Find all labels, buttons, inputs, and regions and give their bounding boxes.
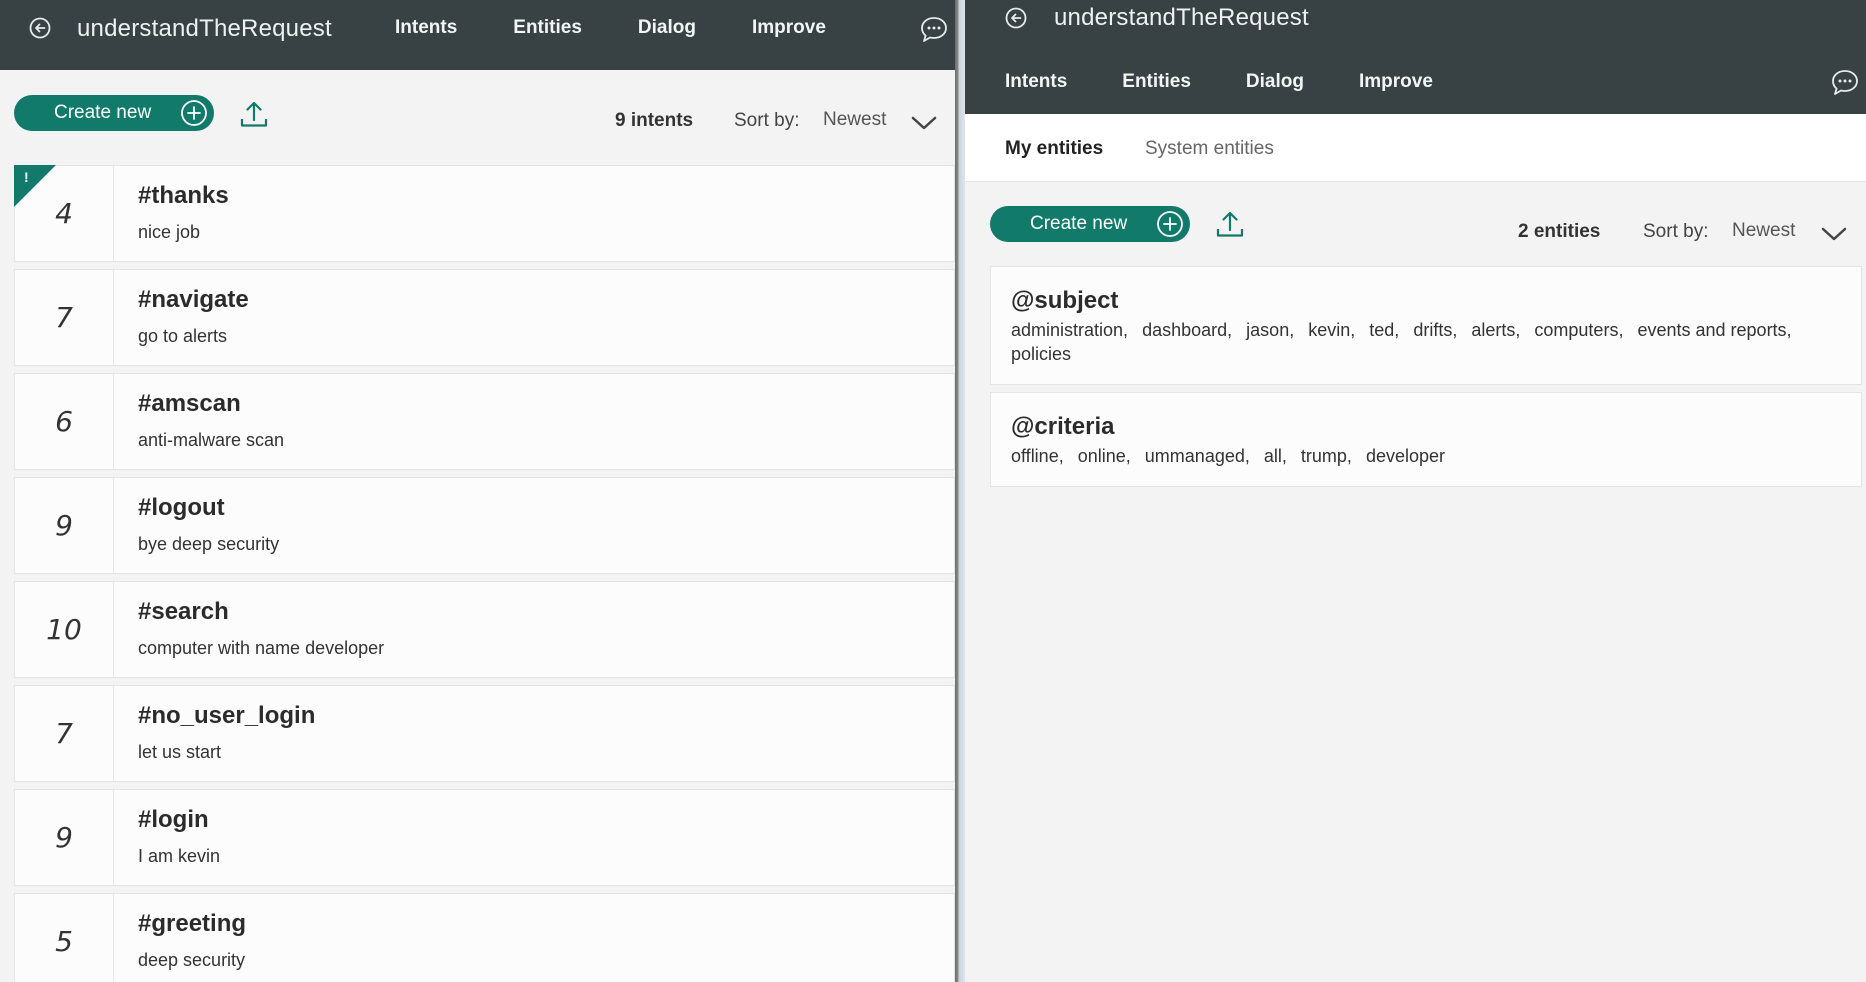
entity-value: alerts,	[1471, 320, 1521, 340]
nav-entities[interactable]: Entities	[513, 17, 582, 39]
intent-row[interactable]: 5 #greeting deep security	[14, 893, 955, 982]
entity-value: drifts,	[1413, 320, 1458, 340]
back-arrow-icon[interactable]	[29, 17, 51, 39]
entity-value: ted,	[1369, 320, 1400, 340]
back-arrow-icon[interactable]	[1005, 7, 1027, 29]
entities-toolbar: Create new 2 entities Sort by: Newest	[965, 200, 1866, 260]
plus-circle-icon	[180, 99, 208, 127]
chat-icon[interactable]	[1831, 68, 1865, 98]
entity-value: online,	[1077, 446, 1131, 466]
entity-count: 2 entities	[1518, 221, 1601, 242]
header-bar: understandTheRequest Intents Entities Di…	[0, 0, 955, 70]
intent-row[interactable]: 10 #search computer with name developer	[14, 581, 955, 678]
entity-value: policies	[1011, 344, 1072, 364]
header-bar: understandTheRequest Intents Entities Di…	[965, 0, 1866, 114]
chevron-down-icon[interactable]	[911, 115, 937, 131]
example-count: 7	[15, 270, 114, 365]
intent-example: deep security	[138, 950, 246, 970]
entity-list: @subject administration, dashboard, jaso…	[990, 266, 1862, 494]
intents-pane: understandTheRequest Intents Entities Di…	[0, 0, 955, 982]
entity-value: events and reports,	[1637, 320, 1792, 340]
plus-circle-icon	[1156, 210, 1184, 238]
intent-example: anti-malware scan	[138, 430, 285, 450]
entity-name: @criteria	[1011, 413, 1115, 440]
entity-value: administration,	[1011, 320, 1129, 340]
intent-example: nice job	[138, 222, 201, 242]
intents-toolbar: Create new 9 intents Sort by: Newest	[0, 90, 955, 150]
intent-row[interactable]: 9 #logout bye deep security	[14, 477, 955, 574]
example-count: 10	[15, 582, 114, 677]
intent-example: go to alerts	[138, 326, 228, 346]
intent-row[interactable]: 7 #navigate go to alerts	[14, 269, 955, 366]
example-count: 9	[15, 790, 114, 885]
intent-row[interactable]: ! 4 #thanks nice job	[14, 165, 955, 262]
main-nav: Intents Entities Dialog Improve	[395, 17, 826, 39]
nav-intents[interactable]: Intents	[1005, 71, 1067, 93]
intent-row[interactable]: 7 #no_user_login let us start	[14, 685, 955, 782]
entity-value: dashboard,	[1142, 320, 1233, 340]
entity-value: jason,	[1246, 320, 1295, 340]
tab-my-entities[interactable]: My entities	[1005, 138, 1103, 160]
nav-dialog[interactable]: Dialog	[1246, 71, 1304, 93]
pane-splitter[interactable]	[955, 0, 965, 982]
conflict-flag-mark: !	[24, 169, 29, 185]
main-nav: Intents Entities Dialog Improve	[1005, 71, 1433, 93]
entity-values: administration, dashboard, jason, kevin,…	[1011, 318, 1841, 366]
nav-improve[interactable]: Improve	[1359, 71, 1433, 93]
intent-name: #search	[138, 598, 229, 625]
create-new-label: Create new	[1030, 213, 1128, 234]
intent-row[interactable]: 9 #login I am kevin	[14, 789, 955, 886]
entity-value: computers,	[1534, 320, 1624, 340]
intent-example: computer with name developer	[138, 638, 385, 658]
entity-row[interactable]: @criteria offline, online, ummanaged, al…	[990, 392, 1862, 487]
chat-icon[interactable]	[920, 15, 954, 45]
create-new-intent-button[interactable]: Create new	[14, 95, 214, 131]
entity-value: kevin,	[1308, 320, 1356, 340]
entity-tabs: My entities System entities	[965, 114, 1866, 182]
entity-value: all,	[1263, 446, 1287, 466]
upload-icon[interactable]	[238, 98, 270, 130]
nav-intents[interactable]: Intents	[395, 17, 457, 39]
intent-name: #login	[138, 806, 209, 833]
intent-row[interactable]: 6 #amscan anti-malware scan	[14, 373, 955, 470]
example-count: 9	[15, 478, 114, 573]
intent-list: ! 4 #thanks nice job 7 #navigate go to a…	[14, 165, 955, 982]
entity-row[interactable]: @subject administration, dashboard, jaso…	[990, 266, 1862, 385]
intent-name: #thanks	[138, 182, 229, 209]
app-title: understandTheRequest	[77, 15, 332, 42]
create-new-label: Create new	[54, 102, 152, 123]
intent-example: let us start	[138, 742, 222, 762]
intent-name: #no_user_login	[138, 702, 316, 729]
nav-dialog[interactable]: Dialog	[638, 17, 696, 39]
example-count: 5	[15, 894, 114, 982]
create-new-entity-button[interactable]: Create new	[990, 206, 1190, 242]
intent-example: bye deep security	[138, 534, 280, 554]
entity-value: offline,	[1011, 446, 1064, 466]
sort-label: Sort by:	[1643, 221, 1709, 242]
nav-entities[interactable]: Entities	[1122, 71, 1191, 93]
upload-icon[interactable]	[1214, 208, 1246, 240]
intent-name: #amscan	[138, 390, 241, 417]
entities-pane: understandTheRequest Intents Entities Di…	[965, 0, 1866, 982]
intent-count: 9 intents	[615, 110, 694, 131]
tab-system-entities[interactable]: System entities	[1145, 138, 1274, 160]
entity-value: trump,	[1300, 446, 1352, 466]
nav-improve[interactable]: Improve	[752, 17, 826, 39]
entity-values: offline, online, ummanaged, all, trump, …	[1011, 444, 1841, 468]
intent-example: I am kevin	[138, 846, 221, 866]
intent-name: #logout	[138, 494, 225, 521]
intent-name: #greeting	[138, 910, 247, 937]
sort-label: Sort by:	[734, 110, 800, 131]
sort-value[interactable]: Newest	[1732, 220, 1795, 242]
entity-value: ummanaged,	[1144, 446, 1250, 466]
conflict-flag	[14, 165, 56, 207]
app-title: understandTheRequest	[1054, 4, 1309, 31]
entity-value: developer	[1365, 446, 1446, 466]
entity-name: @subject	[1011, 287, 1119, 314]
chevron-down-icon[interactable]	[1821, 226, 1847, 242]
example-count: 7	[15, 686, 114, 781]
example-count: 6	[15, 374, 114, 469]
sort-value[interactable]: Newest	[823, 109, 886, 131]
intent-name: #navigate	[138, 286, 249, 313]
